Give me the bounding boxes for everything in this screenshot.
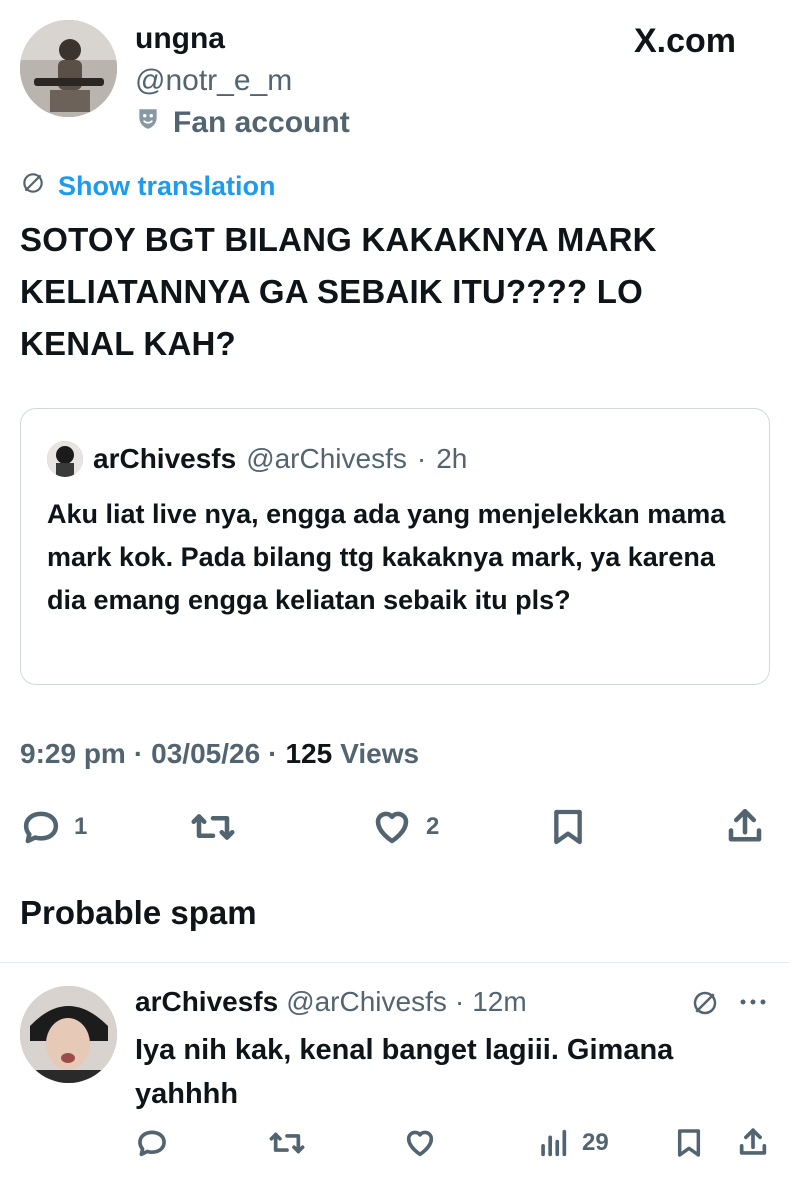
reply-views-count: 29 xyxy=(582,1129,609,1156)
reply-repost-button[interactable] xyxy=(268,1126,306,1160)
share-icon xyxy=(728,808,762,842)
bookmark-button[interactable] xyxy=(548,806,588,848)
show-translation-link[interactable]: Show translation xyxy=(20,170,276,203)
x-logo: X.com xyxy=(634,22,736,61)
post-meta: 9:29 pm · 03/05/26 · 125 Views xyxy=(20,738,419,770)
mask-icon xyxy=(135,106,161,140)
share-icon xyxy=(739,1128,767,1155)
account-label-text: Fan account xyxy=(173,106,350,139)
reply-text: Iya nih kak, kenal banget lagiii. Gimana… xyxy=(135,1034,674,1110)
bookmark-icon xyxy=(554,809,582,845)
account-label: Fan account xyxy=(135,106,350,140)
reply-views[interactable]: 29 xyxy=(536,1126,609,1160)
share-button[interactable] xyxy=(724,806,766,848)
more-button[interactable] xyxy=(738,992,768,1017)
translate-icon xyxy=(693,991,717,1015)
reply-translate-button[interactable] xyxy=(690,988,720,1023)
author-handle[interactable]: @notr_e_m xyxy=(135,64,292,98)
like-count: 2 xyxy=(426,813,440,840)
section-title: Probable spam xyxy=(20,894,257,931)
reply-bookmark-button[interactable] xyxy=(673,1126,705,1160)
reply-separator: · xyxy=(454,986,465,1017)
repost-button[interactable] xyxy=(190,806,236,848)
meta-separator: · xyxy=(133,738,144,769)
quote-separator: · xyxy=(416,443,427,474)
reply-avatar[interactable] xyxy=(20,986,117,1083)
post-time[interactable]: 9:29 pm xyxy=(20,738,126,770)
show-translation-label[interactable]: Show translation xyxy=(58,171,276,202)
quote-header: arChivesfs @arChivesfs · 2h xyxy=(47,441,467,477)
quote-author-handle[interactable]: @arChivesfs xyxy=(246,443,407,475)
translate-icon xyxy=(20,170,46,203)
reply-share-button[interactable] xyxy=(736,1126,770,1160)
like-button[interactable]: 2 xyxy=(370,806,439,848)
x-logo-icon: X.com xyxy=(634,22,737,60)
quote-text: Aku liat live nya, engga ada yang menjel… xyxy=(47,499,726,615)
reply-author-name[interactable]: arChivesfs xyxy=(135,986,278,1018)
quote-avatar[interactable] xyxy=(47,441,83,477)
bookmark-icon xyxy=(677,1129,701,1157)
quote-author-name[interactable]: arChivesfs xyxy=(93,443,236,475)
reply-reply-button[interactable] xyxy=(135,1126,169,1160)
reply-count: 1 xyxy=(74,813,88,840)
author-avatar[interactable] xyxy=(20,20,117,117)
author-name[interactable]: ungna xyxy=(135,22,225,56)
views-icon xyxy=(541,1129,567,1157)
views-label: Views xyxy=(340,738,420,769)
like-icon xyxy=(375,811,409,844)
meta-separator: · xyxy=(268,738,278,769)
like-icon xyxy=(406,1130,434,1157)
reply-icon xyxy=(138,1130,166,1157)
reply-time[interactable]: 12m xyxy=(472,986,526,1018)
reply-author-handle[interactable]: @arChivesfs xyxy=(286,986,447,1018)
reply-like-button[interactable] xyxy=(402,1126,438,1160)
more-icon xyxy=(740,999,766,1005)
reply-icon xyxy=(23,811,59,844)
retweet-icon xyxy=(191,814,235,840)
reply-header: arChivesfs @arChivesfs · 12m xyxy=(135,986,527,1018)
post-text: SOTOY BGT BILANG KAKAKNYA MARK KELIATANN… xyxy=(20,221,657,362)
post-date[interactable]: 03/05/26 xyxy=(151,738,260,770)
reply-button[interactable]: 1 xyxy=(20,806,87,848)
retweet-icon xyxy=(269,1132,305,1154)
quote-time[interactable]: 2h xyxy=(436,443,467,475)
quoted-post[interactable]: arChivesfs @arChivesfs · 2h Aku liat liv… xyxy=(20,408,770,685)
views-count: 125 xyxy=(285,738,333,769)
divider xyxy=(0,962,789,963)
